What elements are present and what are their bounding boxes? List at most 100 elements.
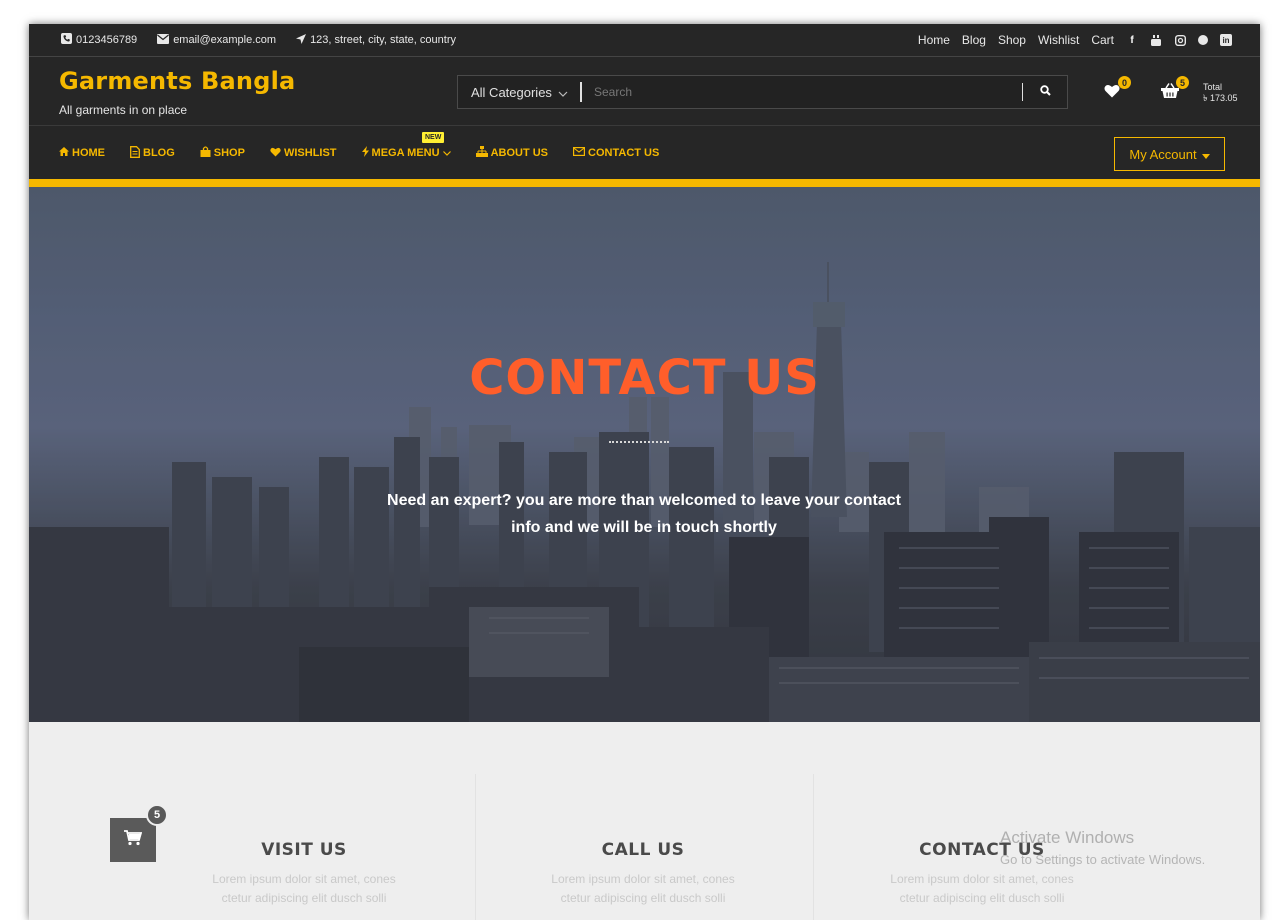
bolt-icon bbox=[361, 146, 369, 160]
hero-subtitle-line1: Need an expert? you are more than welcom… bbox=[387, 492, 901, 509]
search-input[interactable] bbox=[582, 85, 1022, 99]
home-icon bbox=[59, 147, 69, 159]
top-link-cart[interactable]: Cart bbox=[1091, 33, 1114, 47]
cart-button[interactable]: 5 bbox=[1157, 76, 1189, 105]
chevron-down-icon bbox=[558, 85, 568, 100]
instagram-icon[interactable] bbox=[1174, 34, 1186, 46]
top-link-home[interactable]: Home bbox=[918, 33, 950, 47]
nav-item-about-us-label: ABOUT US bbox=[490, 147, 549, 159]
site-logo-title[interactable]: Garments Bangla bbox=[59, 67, 295, 95]
nav-item-wishlist[interactable]: WISHLIST bbox=[270, 147, 337, 160]
shopping-cart-icon bbox=[124, 829, 143, 851]
hero-divider bbox=[609, 441, 669, 443]
search-button[interactable] bbox=[1023, 76, 1067, 108]
hero-subtitle: Need an expert? you are more than welcom… bbox=[349, 487, 939, 541]
cart-count-badge: 5 bbox=[1176, 76, 1189, 89]
youtube-icon[interactable] bbox=[1150, 34, 1162, 46]
search-bar: All Categories bbox=[457, 75, 1068, 109]
new-badge: NEW bbox=[422, 132, 445, 143]
hero-overlay bbox=[29, 187, 1260, 722]
main-nav: HOME BLOG SHOP WISHLIST MEGA MENU ABOUT … bbox=[29, 125, 1260, 179]
contact-us-text: Lorem ipsum dolor sit amet, cones ctetur… bbox=[832, 870, 1132, 908]
floating-cart-button[interactable] bbox=[110, 818, 156, 862]
contact-us-line2: ctetur adipiscing elit dusch solli bbox=[899, 891, 1065, 905]
linkedin-icon[interactable]: in bbox=[1220, 34, 1232, 46]
activate-windows-watermark: Activate Windows Go to Settings to activ… bbox=[1000, 828, 1205, 867]
category-select-value: All Categories bbox=[471, 84, 552, 100]
dribbble-icon[interactable] bbox=[1198, 35, 1208, 45]
nav-item-home-label: HOME bbox=[72, 147, 105, 159]
floating-cart-count-badge: 5 bbox=[146, 804, 168, 826]
sitemap-icon bbox=[475, 146, 488, 160]
activate-windows-subtitle: Go to Settings to activate Windows. bbox=[1000, 852, 1206, 867]
email-text: email@example.com bbox=[173, 34, 277, 46]
nav-item-shop-label: SHOP bbox=[213, 147, 245, 159]
nav-menu: HOME BLOG SHOP WISHLIST MEGA MENU ABOUT … bbox=[59, 126, 659, 180]
nav-item-contact-us[interactable]: CONTACT US bbox=[573, 147, 659, 159]
call-us-title: CALL US bbox=[601, 840, 685, 860]
hero-subtitle-line2: info and we will be in touch shortly bbox=[511, 519, 777, 536]
cart-total-label: Total bbox=[1203, 82, 1223, 92]
top-contact-info: 0123456789 email@example.com 123, street… bbox=[61, 24, 456, 56]
address-info: 123, street, city, state, country bbox=[296, 33, 456, 47]
location-arrow-icon bbox=[296, 33, 307, 47]
nav-item-home[interactable]: HOME bbox=[59, 147, 105, 159]
visit-us-card: VISIT US Lorem ipsum dolor sit amet, con… bbox=[154, 840, 454, 908]
phone-text: 0123456789 bbox=[76, 34, 138, 46]
heart-icon bbox=[1104, 84, 1120, 103]
phone-icon bbox=[61, 33, 72, 47]
visit-us-line1: Lorem ipsum dolor sit amet, cones bbox=[212, 872, 396, 886]
site-tagline: All garments in on place bbox=[59, 103, 188, 117]
site-header: Garments Bangla All garments in on place… bbox=[29, 57, 1260, 125]
wishlist-count-badge: 0 bbox=[1118, 76, 1131, 89]
search-icon bbox=[1039, 83, 1051, 101]
my-account-label: My Account bbox=[1129, 146, 1197, 162]
top-links: Home Blog Shop Wishlist Cart f in bbox=[918, 24, 1232, 56]
chevron-down-icon bbox=[442, 147, 451, 159]
top-link-shop[interactable]: Shop bbox=[998, 33, 1026, 47]
nav-item-mega-menu-label: MEGA MENU bbox=[371, 147, 440, 159]
facebook-icon[interactable]: f bbox=[1126, 34, 1138, 46]
nav-item-mega-menu[interactable]: MEGA MENU bbox=[361, 146, 451, 160]
category-select[interactable]: All Categories bbox=[458, 85, 580, 100]
call-us-line2: ctetur adipiscing elit dusch solli bbox=[560, 891, 726, 905]
browser-page: 0123456789 email@example.com 123, street… bbox=[29, 24, 1260, 920]
call-us-text: Lorem ipsum dolor sit amet, cones ctetur… bbox=[493, 870, 793, 908]
contact-info-section: VISIT US Lorem ipsum dolor sit amet, con… bbox=[29, 722, 1260, 920]
envelope-icon bbox=[157, 33, 170, 47]
contact-us-line1: Lorem ipsum dolor sit amet, cones bbox=[890, 872, 1074, 886]
call-us-line1: Lorem ipsum dolor sit amet, cones bbox=[551, 872, 735, 886]
nav-item-wishlist-label: WISHLIST bbox=[283, 147, 337, 159]
visit-us-line2: ctetur adipiscing elit dusch solli bbox=[221, 891, 387, 905]
email-info: email@example.com bbox=[157, 33, 277, 47]
nav-item-shop[interactable]: SHOP bbox=[200, 146, 245, 160]
hero-banner: CONTACT US Need an expert? you are more … bbox=[29, 187, 1260, 722]
nav-item-blog[interactable]: BLOG bbox=[130, 145, 175, 161]
nav-item-contact-us-label: CONTACT US bbox=[588, 147, 660, 159]
nav-item-about-us[interactable]: ABOUT US bbox=[475, 146, 549, 160]
address-text: 123, street, city, state, country bbox=[310, 34, 456, 46]
heart-icon bbox=[270, 147, 281, 160]
phone-info: 0123456789 bbox=[61, 33, 137, 47]
activate-windows-title: Activate Windows bbox=[1000, 828, 1135, 847]
envelope-icon bbox=[573, 147, 586, 159]
header-actions: 0 5 Total ৳ 173.05 bbox=[1099, 75, 1238, 111]
cart-total: Total ৳ 173.05 bbox=[1203, 82, 1238, 104]
wishlist-button[interactable]: 0 bbox=[1099, 76, 1131, 105]
visit-us-text: Lorem ipsum dolor sit amet, cones ctetur… bbox=[154, 870, 454, 908]
column-divider bbox=[475, 774, 476, 920]
column-divider bbox=[813, 774, 814, 920]
top-bar: 0123456789 email@example.com 123, street… bbox=[29, 24, 1260, 57]
caret-down-icon bbox=[1201, 147, 1210, 162]
shopping-bag-icon bbox=[200, 146, 211, 160]
my-account-dropdown[interactable]: My Account bbox=[1114, 137, 1225, 171]
cart-total-value: ৳ 173.05 bbox=[1203, 93, 1238, 103]
nav-item-blog-label: BLOG bbox=[143, 147, 175, 159]
visit-us-title: VISIT US bbox=[261, 840, 347, 860]
hero-title: CONTACT US bbox=[469, 350, 820, 406]
call-us-card: CALL US Lorem ipsum dolor sit amet, cone… bbox=[493, 840, 793, 908]
top-link-wishlist[interactable]: Wishlist bbox=[1038, 33, 1079, 47]
top-link-blog[interactable]: Blog bbox=[962, 33, 986, 47]
document-icon bbox=[130, 145, 140, 161]
nav-accent-bar bbox=[29, 179, 1260, 187]
